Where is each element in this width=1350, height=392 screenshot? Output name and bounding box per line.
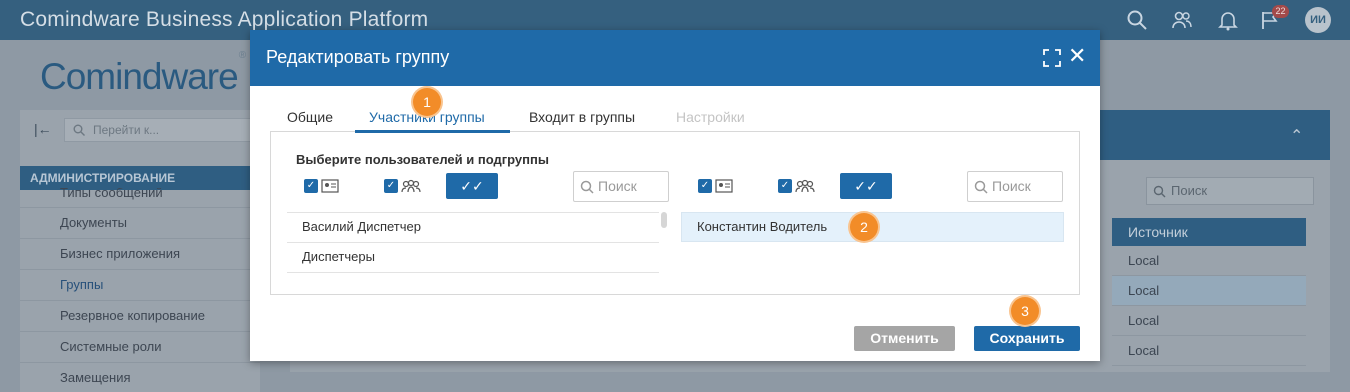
left-search-input[interactable]: Поиск: [573, 171, 669, 202]
collapse-sidebar-icon[interactable]: |←: [34, 121, 52, 137]
filter-groups-checkbox[interactable]: ✓: [384, 179, 398, 193]
sidebar-section-header-overlay: АДМИНИСТРИРОВАНИЕ: [20, 166, 260, 188]
notification-badge: 22: [1272, 5, 1289, 18]
users-icon[interactable]: [1171, 9, 1193, 31]
select-all-left-button[interactable]: ✓✓: [446, 173, 498, 199]
sidebar-search-placeholder: Перейти к...: [93, 123, 160, 137]
table-cell[interactable]: Local: [1112, 246, 1306, 276]
left-search-placeholder: Поиск: [598, 178, 637, 194]
select-users-label: Выберите пользователей и подгруппы: [296, 152, 549, 167]
avatar[interactable]: ИИ: [1305, 7, 1331, 33]
close-icon[interactable]: ✕: [1068, 44, 1086, 68]
column-header-source[interactable]: Источник: [1112, 218, 1306, 246]
sidebar-item-groups[interactable]: Группы: [20, 270, 260, 301]
step-marker-2: 2: [850, 213, 878, 241]
tab-general[interactable]: Общие: [287, 107, 333, 133]
filter-users-checkbox[interactable]: ✓: [304, 179, 318, 193]
save-button[interactable]: Сохранить: [974, 326, 1080, 351]
sidebar-item-backup[interactable]: Резервное копирование: [20, 301, 260, 332]
list-item[interactable]: Василий Диспетчер: [287, 213, 659, 243]
user-card-icon: [715, 179, 733, 193]
search-icon[interactable]: [1126, 9, 1148, 31]
search-icon: [1153, 185, 1166, 198]
sidebar-item-substitutions[interactable]: Замещения: [20, 363, 260, 392]
sidebar-item-system-roles[interactable]: Системные роли: [20, 332, 260, 363]
table-cell[interactable]: Local: [1112, 306, 1306, 336]
filter-groups-checkbox-right[interactable]: ✓: [778, 179, 792, 193]
available-list: Василий Диспетчер Диспетчеры: [287, 212, 659, 273]
table-cell[interactable]: Local: [1112, 336, 1306, 366]
tab-member-of-groups[interactable]: Входит в группы: [529, 107, 635, 133]
search-icon: [73, 124, 85, 136]
select-all-right-button[interactable]: ✓✓: [840, 173, 892, 199]
tab-settings: Настройки: [676, 109, 745, 125]
app-title: Comindware Business Application Platform: [20, 8, 429, 31]
logo-mark: ®: [238, 49, 246, 61]
right-search-input[interactable]: Поиск: [967, 171, 1063, 202]
step-marker-1: 1: [413, 88, 441, 116]
group-icon: [401, 179, 421, 193]
logo: Comindware®: [40, 50, 246, 98]
user-card-icon: [321, 179, 339, 193]
dialog-header: Редактировать группу ✕: [250, 30, 1100, 86]
sidebar-search-input[interactable]: Перейти к...: [64, 118, 254, 142]
search-icon: [580, 180, 594, 194]
bell-icon[interactable]: [1217, 9, 1239, 31]
cancel-button[interactable]: Отменить: [854, 326, 955, 351]
filter-users-checkbox-right[interactable]: ✓: [698, 179, 712, 193]
right-search-placeholder: Поиск: [992, 178, 1031, 194]
table-cell[interactable]: Local: [1112, 276, 1306, 306]
search-icon: [974, 180, 988, 194]
list-item[interactable]: Диспетчеры: [287, 243, 659, 273]
content-search-input[interactable]: Поиск: [1146, 177, 1314, 205]
group-icon: [795, 179, 815, 193]
logo-text: Comindware: [40, 56, 239, 97]
sidebar-item-business-apps[interactable]: Бизнес приложения: [20, 239, 260, 270]
chevron-up-icon[interactable]: ⌃: [1290, 126, 1303, 146]
sidebar-item-documents[interactable]: Документы: [20, 208, 260, 239]
expand-icon[interactable]: [1043, 49, 1061, 67]
step-marker-3: 3: [1011, 297, 1039, 325]
content-search-placeholder: Поиск: [1171, 183, 1208, 198]
scrollbar[interactable]: [661, 212, 667, 228]
dialog-title: Редактировать группу: [266, 47, 450, 67]
